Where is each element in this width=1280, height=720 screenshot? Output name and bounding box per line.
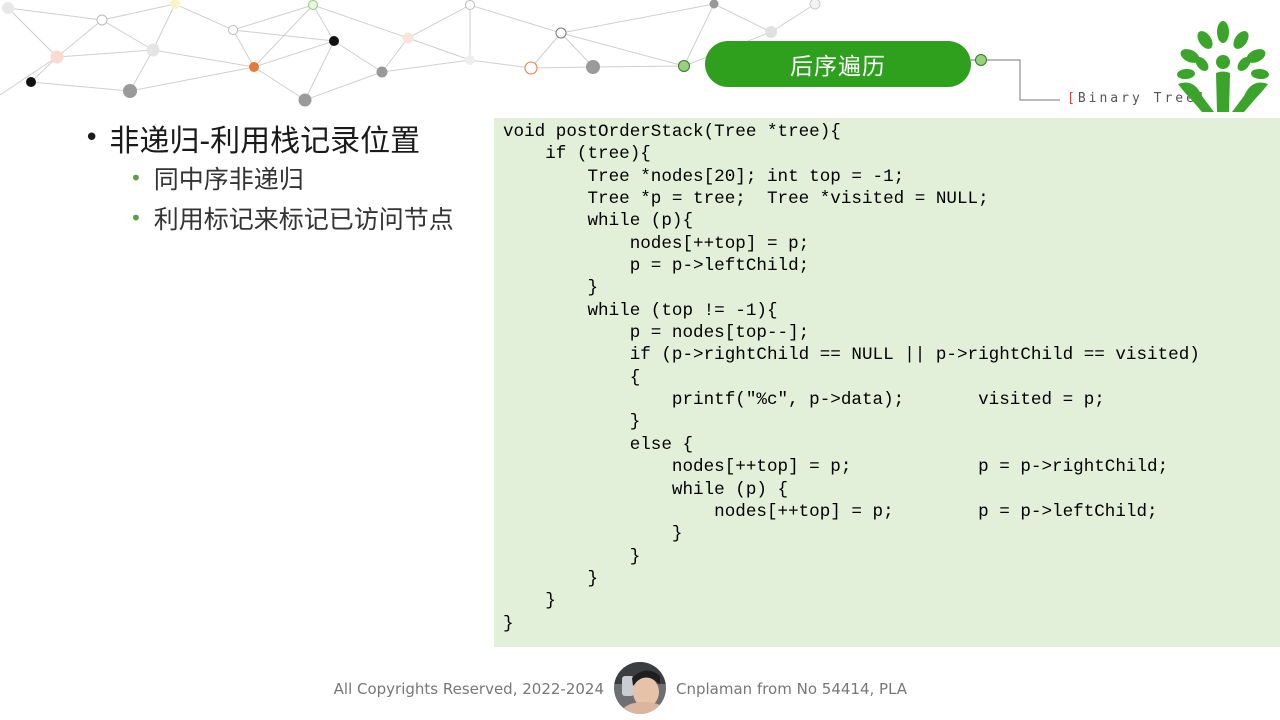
bullet-sub: • 利用标记来标记已访问节点 (130, 198, 484, 238)
bullet-list: • 非递归-利用栈记录位置 • 同中序非递归 • 利用标记来标记已访问节点 (84, 118, 484, 238)
code-panel: void postOrderStack(Tree *tree){ if (tre… (494, 118, 1280, 647)
footer-author: Cnplaman from No 54414, PLA (676, 680, 908, 698)
author-avatar (614, 662, 666, 714)
bullet-sub-text: 利用标记来标记已访问节点 (153, 205, 454, 234)
bullet-dot-icon: • (84, 123, 100, 153)
tree-logo-icon (1177, 21, 1269, 112)
title-connector-line (971, 54, 1060, 101)
bullet-sub-text: 同中序非递归 (153, 165, 304, 194)
bullet-main: • 非递归-利用栈记录位置 (84, 118, 484, 159)
bullet-dot-icon: • (130, 206, 142, 230)
bullet-dot-icon: • (130, 166, 142, 190)
footer-copyright: All Copyrights Reserved, 2022-2024 (333, 680, 604, 698)
code-block: void postOrderStack(Tree *tree){ if (tre… (503, 122, 1200, 634)
bracket-open: [ (1067, 91, 1078, 106)
bullet-sub: • 同中序非递归 (130, 158, 484, 198)
bullet-main-text: 非递归-利用栈记录位置 (109, 124, 421, 159)
